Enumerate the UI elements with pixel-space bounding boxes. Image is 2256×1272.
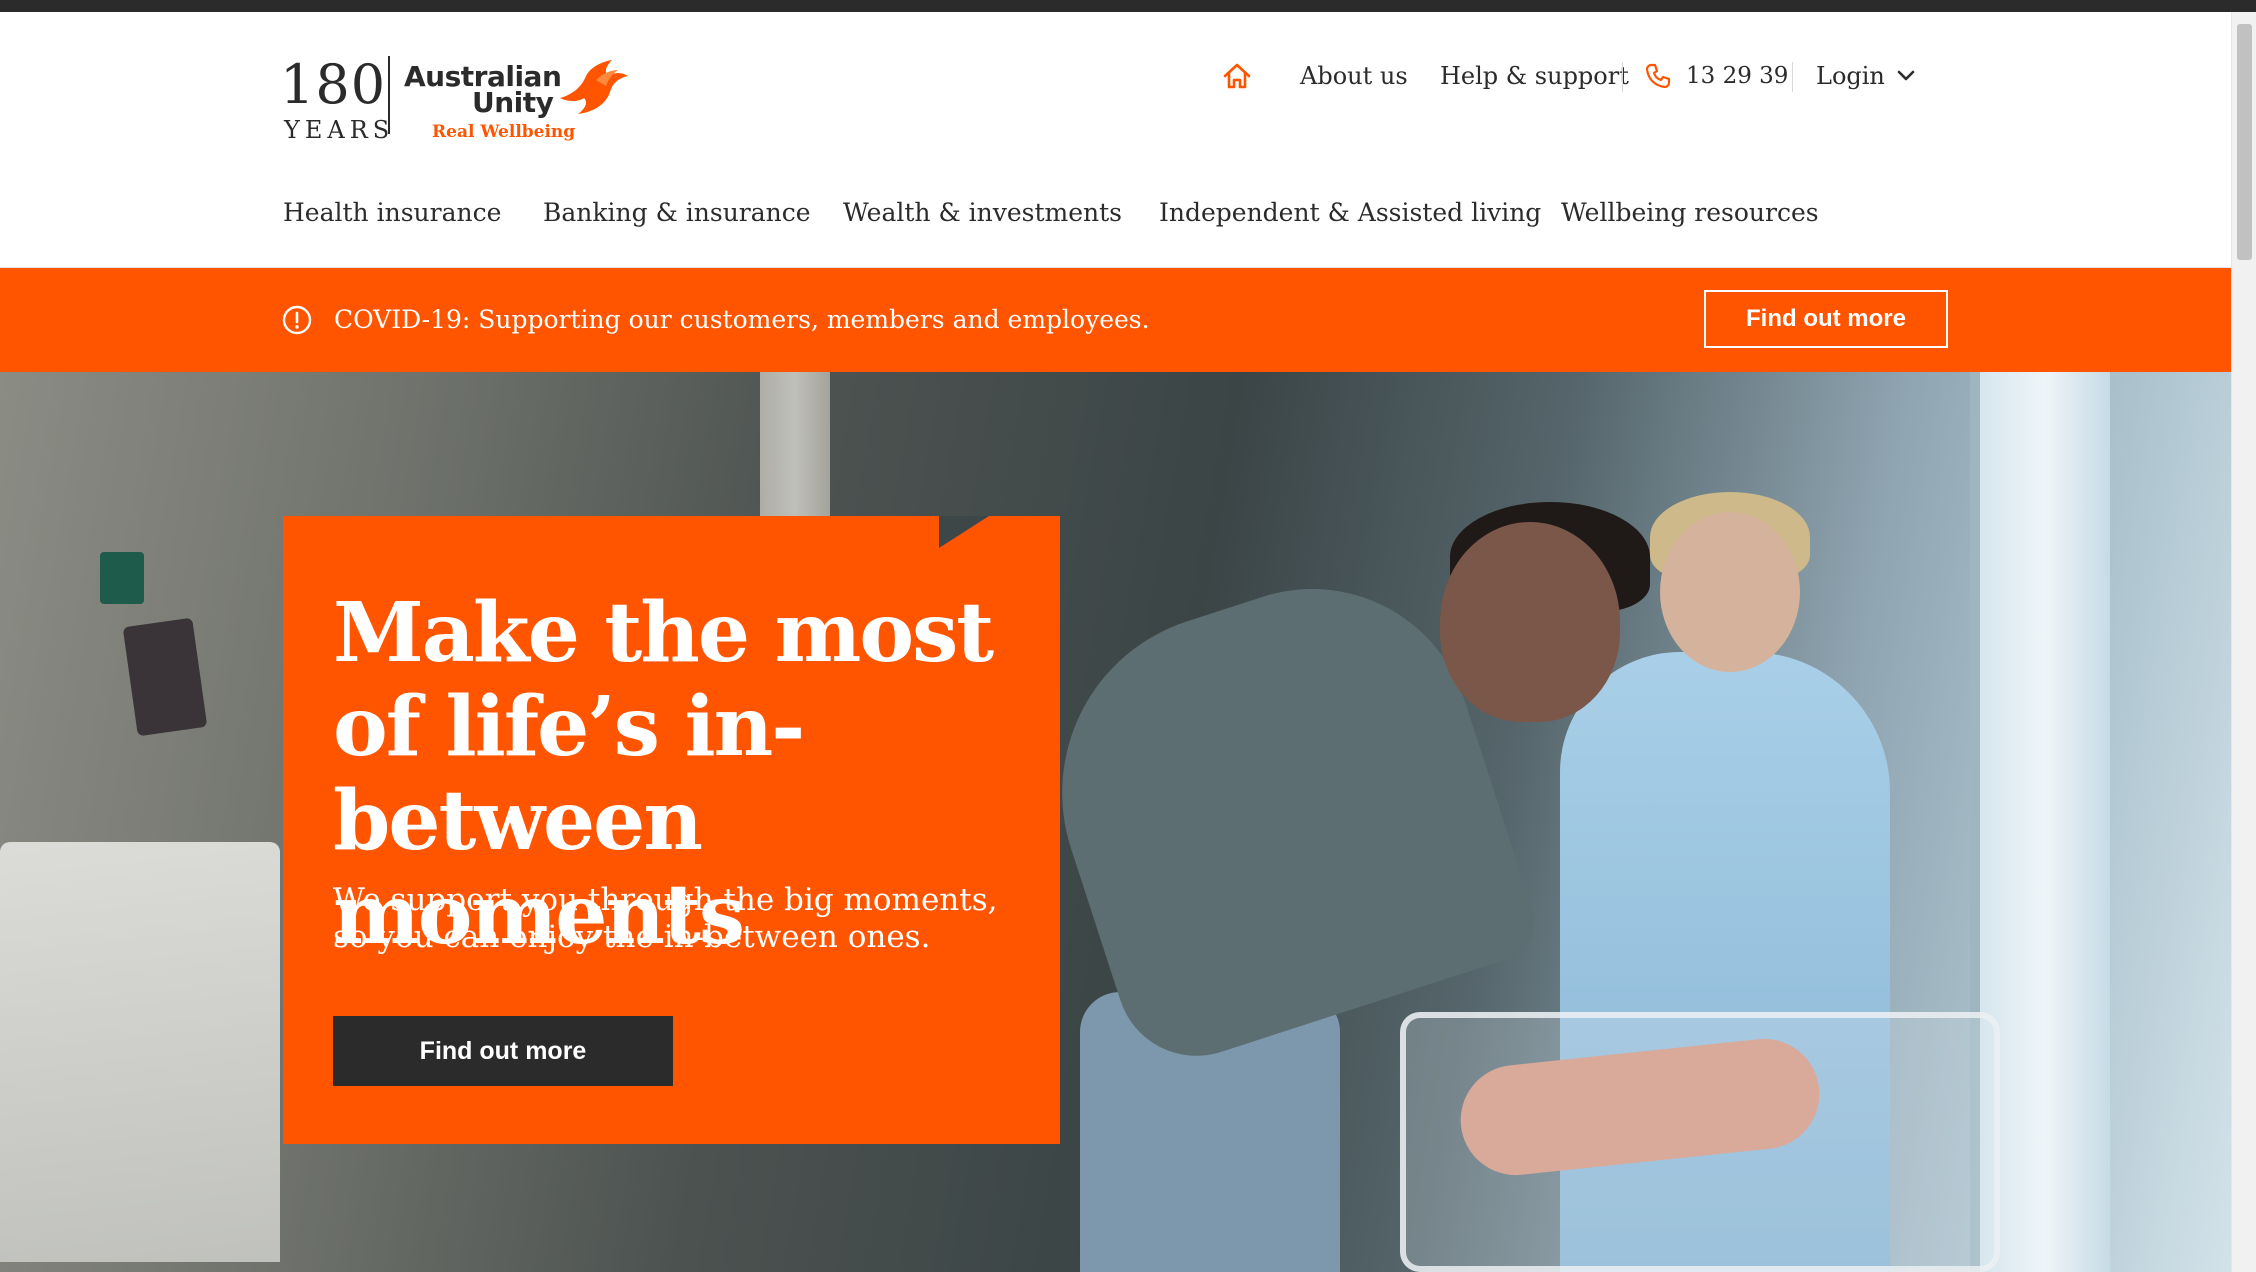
chevron-down-icon — [1897, 70, 1915, 81]
hero-photo-nurse-head — [1660, 512, 1800, 672]
home-link[interactable] — [1222, 54, 1252, 98]
hero-card: Make the most of life’s in-between momen… — [283, 516, 1060, 1144]
hero-photo-bed — [0, 842, 280, 1262]
login-label: Login — [1816, 62, 1885, 90]
covid-message: COVID-19: Supporting our customers, memb… — [334, 305, 1150, 334]
covid-banner: COVID-19: Supporting our customers, memb… — [0, 268, 2231, 372]
hero-photo-bag — [122, 617, 208, 737]
phone-icon — [1645, 63, 1671, 89]
login-dropdown[interactable]: Login — [1816, 54, 1915, 98]
about-us-link[interactable]: About us — [1300, 54, 1408, 98]
phone-link[interactable]: 13 29 39 — [1644, 54, 1788, 98]
hero-photo-monitor — [100, 552, 144, 604]
hero-photo-man-head — [1440, 522, 1620, 722]
utility-divider — [1792, 62, 1793, 92]
site-logo[interactable]: 180 YEARS Australian Unity Real Wellbein… — [280, 50, 628, 150]
nav-wealth-investments[interactable]: Wealth & investments — [843, 198, 1122, 242]
site-header: 180 YEARS Australian Unity Real Wellbein… — [0, 12, 2231, 268]
help-support-link[interactable]: Help & support — [1440, 54, 1629, 98]
alert-circle-icon — [282, 305, 312, 335]
nav-wellbeing-resources[interactable]: Wellbeing resources — [1561, 198, 1819, 242]
logo-years-number: 180 — [280, 53, 387, 116]
page-scrollbar[interactable] — [2231, 12, 2256, 1272]
scrollbar-thumb[interactable] — [2237, 24, 2252, 260]
home-icon — [1223, 63, 1251, 89]
hero-find-out-more-button[interactable]: Find out more — [333, 1016, 673, 1086]
hero-subtext: We support you through the big moments, … — [333, 882, 998, 955]
phone-number: 13 29 39 — [1686, 63, 1789, 89]
logo-tagline: Real Wellbeing — [432, 122, 576, 142]
covid-find-out-more-button[interactable]: Find out more — [1704, 290, 1948, 348]
bird-icon — [560, 60, 628, 114]
logo-divider — [388, 56, 390, 134]
card-notch — [939, 516, 989, 548]
logo-brand-line2: Unity — [472, 86, 554, 119]
nav-independent-assisted-living[interactable]: Independent & Assisted living — [1159, 198, 1541, 242]
utility-divider — [1622, 62, 1623, 92]
nav-health-insurance[interactable]: Health insurance — [283, 198, 501, 242]
nav-banking-insurance[interactable]: Banking & insurance — [543, 198, 811, 242]
browser-top-edge — [0, 0, 2256, 12]
hero-section: Make the most of life’s in-between momen… — [0, 372, 2231, 1272]
logo-years-word: YEARS — [284, 116, 395, 144]
